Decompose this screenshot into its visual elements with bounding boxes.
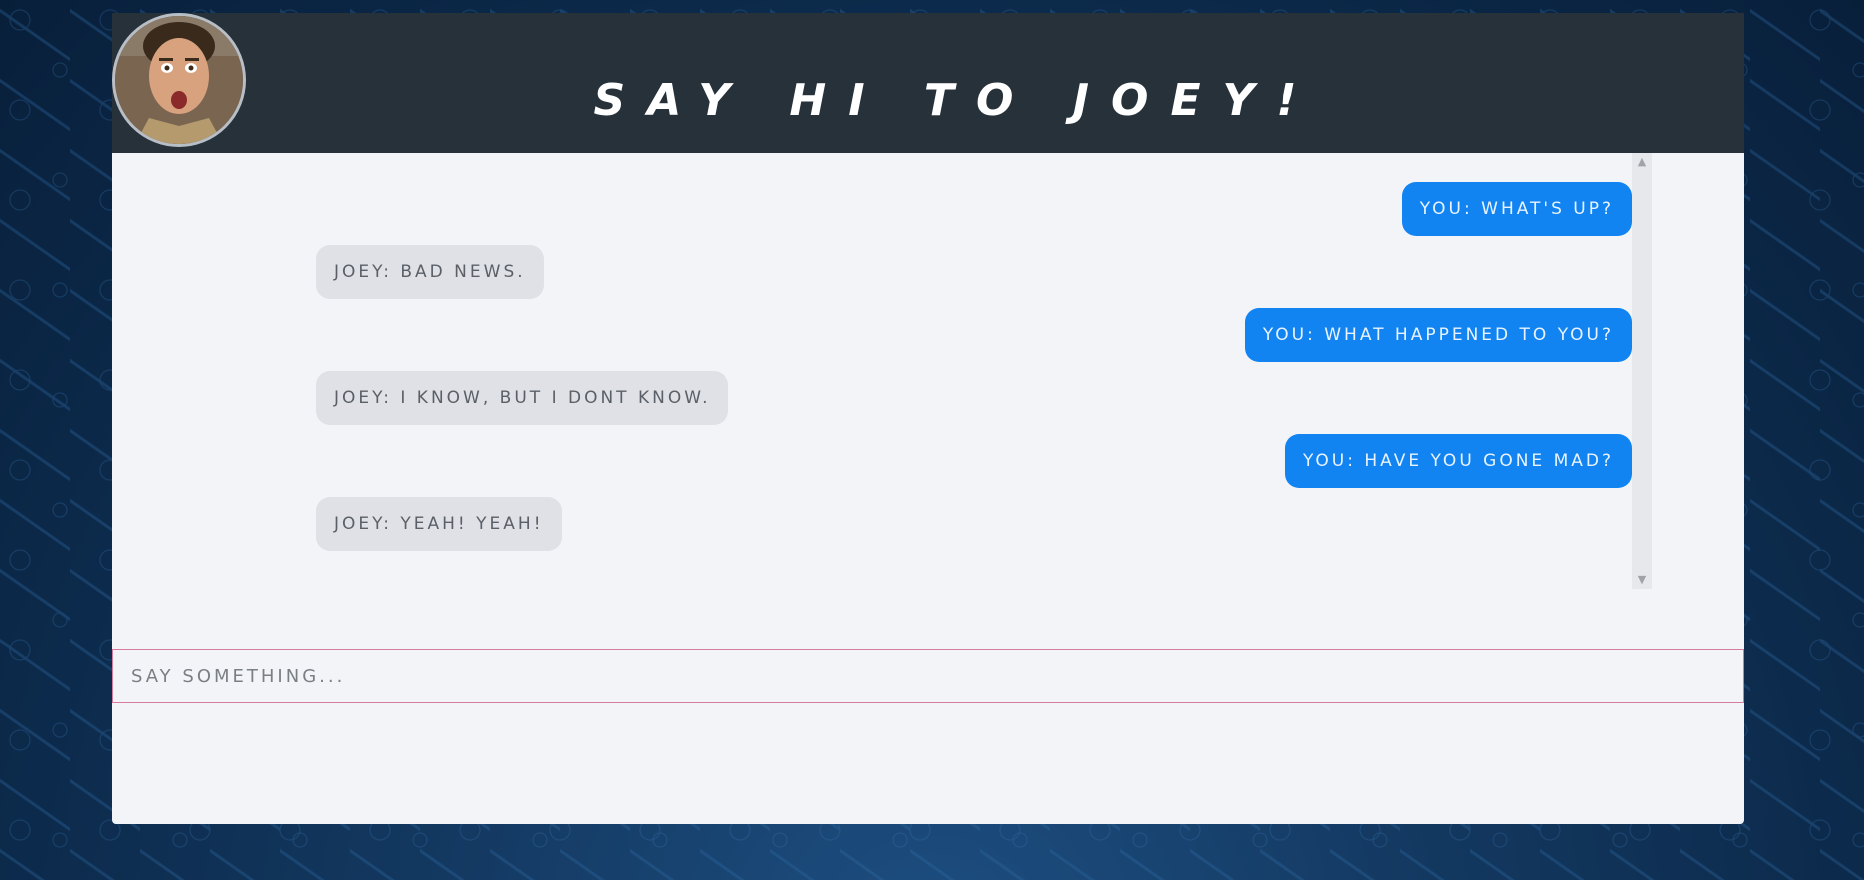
scroll-up-icon[interactable]: ▲: [1632, 155, 1652, 169]
message-input-container[interactable]: [112, 649, 1744, 703]
message-bubble-joey: JOEY: BAD NEWS.: [316, 245, 544, 299]
message-bubble-joey: JOEY: YEAH! YEAH!: [316, 497, 562, 551]
message-bubble-you: YOU: WHAT HAPPENED TO YOU?: [1244, 308, 1632, 362]
message-scrollbar[interactable]: ▲ ▼: [1632, 153, 1652, 589]
message-bubble-joey: JOEY: I KNOW, BUT I DONT KNOW.: [316, 371, 729, 425]
message-bubble-you: YOU: WHAT'S UP?: [1401, 182, 1632, 236]
message-bubble-you: YOU: HAVE YOU GONE MAD?: [1284, 434, 1632, 488]
scroll-down-icon[interactable]: ▼: [1632, 573, 1652, 587]
message-input[interactable]: [113, 650, 1743, 702]
chat-window: SAY HI TO JOEY! YOU: WHAT'S UP? JOEY: BA…: [112, 13, 1744, 824]
chat-header: SAY HI TO JOEY!: [112, 13, 1744, 153]
message-list: YOU: WHAT'S UP? JOEY: BAD NEWS. YOU: WHA…: [316, 153, 1652, 589]
joey-avatar: [112, 13, 246, 147]
page-title: SAY HI TO JOEY!: [593, 75, 1319, 126]
joey-avatar-icon: [115, 16, 243, 144]
